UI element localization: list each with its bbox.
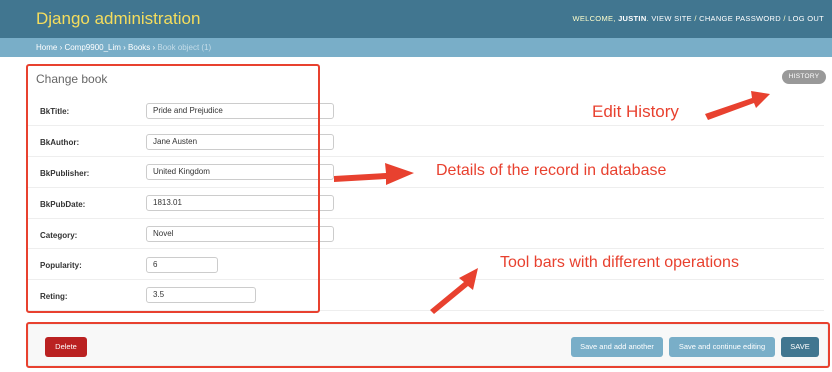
change-password-link[interactable]: CHANGE PASSWORD [699,14,781,23]
breadcrumb-separator: › [120,43,129,52]
breadcrumb-app[interactable]: Comp9900_Lim [64,43,120,52]
breadcrumb: Home › Comp9900_Lim › Books › Book objec… [0,38,832,57]
toolbar-highlight-box [26,322,830,368]
welcome-text: WELCOME, [572,14,619,23]
breadcrumb-current: Book object (1) [157,43,212,52]
header-bar: Django administration WELCOME, JUSTIN. V… [0,0,832,38]
breadcrumb-home[interactable]: Home [36,43,57,52]
history-button[interactable]: HISTORY [782,70,826,84]
site-brand[interactable]: Django administration [36,9,200,29]
annotation-toolbar: Tool bars with different operations [500,254,739,271]
annotation-details: Details of the record in database [436,162,667,179]
username: JUSTIN [618,14,647,23]
breadcrumb-model[interactable]: Books [128,43,150,52]
view-site-link[interactable]: VIEW SITE [651,14,692,23]
annotation-edit-history: Edit History [592,102,679,121]
fields-highlight-box [26,64,320,313]
log-out-link[interactable]: LOG OUT [788,14,824,23]
user-tools: WELCOME, JUSTIN. VIEW SITE / CHANGE PASS… [572,14,824,23]
breadcrumb-trail: Home › Comp9900_Lim › Books › Book objec… [36,43,211,52]
